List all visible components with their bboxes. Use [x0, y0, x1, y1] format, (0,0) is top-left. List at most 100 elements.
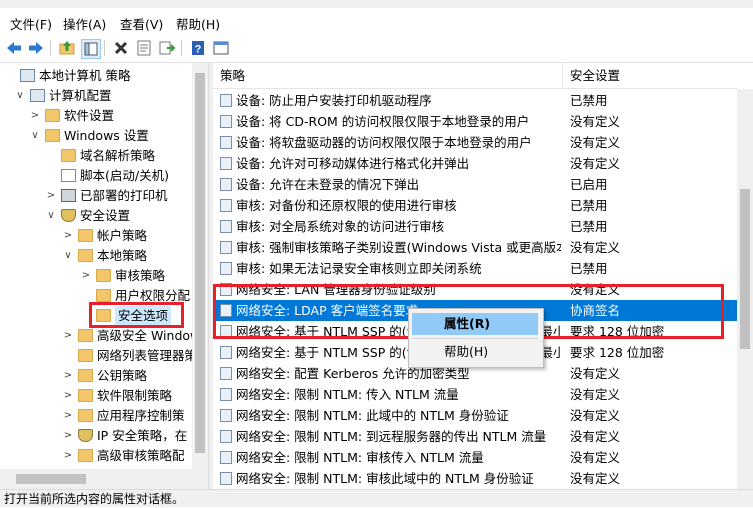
policy-row[interactable]: 设备: 将软盘驱动器的访问权限仅限于本地登录的用户 没有定义 [213, 132, 737, 153]
properties-icon[interactable] [135, 39, 153, 57]
policy-icon [220, 451, 232, 464]
policy-icon [220, 262, 232, 275]
tree-vertical-scrollbar[interactable] [192, 63, 208, 469]
policy-row[interactable]: 设备: 将 CD-ROM 的访问权限仅限于本地登录的用户 没有定义 [213, 111, 737, 132]
toolbar: ? [0, 34, 753, 63]
printer-icon [61, 189, 76, 202]
tree-node-label: 本地策略 [97, 248, 148, 263]
console-icon[interactable] [212, 39, 230, 57]
policy-icon [220, 115, 232, 128]
collapse-arrow-icon[interactable]: ∨ [46, 206, 56, 226]
tree-node-label: 应用程序控制策 [97, 408, 185, 423]
tree-node-label: 计算机配置 [49, 88, 112, 103]
policy-icon [220, 409, 232, 422]
policy-setting: 没有定义 [570, 240, 621, 255]
policy-row[interactable]: 审核: 对全局系统对象的访问进行审核 已禁用 [213, 216, 737, 237]
policy-name: 设备: 允许在未登录的情况下弹出 [236, 177, 420, 192]
menu-help[interactable]: 帮助(H) [176, 14, 220, 33]
column-header-policy[interactable]: 策略 [213, 63, 563, 89]
tree-hscroll-thumb[interactable] [16, 474, 86, 484]
policy-row[interactable]: 网络安全: 限制 NTLM: 此域中的 NTLM 身份验证 没有定义 [213, 405, 737, 426]
toolbar-separator [50, 40, 51, 56]
up-folder-icon[interactable] [58, 39, 76, 57]
title-bar [0, 0, 753, 8]
tree-pane[interactable]: 本地计算机 策略 ∨ 计算机配置 > 软件设置 ∨ Windows 设置 域名解析策略 脚本(启… [0, 63, 209, 489]
security-icon [78, 429, 93, 442]
policy-row[interactable]: 网络安全: 限制 NTLM: 审核传入 NTLM 流量 没有定义 [213, 447, 737, 468]
svg-text:?: ? [195, 44, 202, 56]
security-icon [61, 209, 76, 222]
expand-arrow-icon[interactable]: > [63, 446, 73, 466]
back-icon[interactable] [5, 39, 23, 57]
policy-name: 设备: 允许对可移动媒体进行格式化并弹出 [236, 156, 470, 171]
menu-file[interactable]: 文件(F) [10, 14, 52, 33]
tree-horizontal-scrollbar[interactable] [0, 469, 208, 489]
help-icon[interactable]: ? [189, 39, 207, 57]
column-header-setting[interactable]: 安全设置 [563, 63, 737, 89]
folder-icon [45, 109, 60, 122]
expand-arrow-icon[interactable]: > [63, 366, 73, 386]
expand-arrow-icon[interactable]: > [46, 186, 56, 206]
policy-row[interactable]: 审核: 如果无法记录安全审核则立即关闭系统 已禁用 [213, 258, 737, 279]
policy-row[interactable]: 网络安全: 限制 NTLM: 到远程服务器的传出 NTLM 流量 没有定义 [213, 426, 737, 447]
collapse-arrow-icon[interactable]: ∨ [30, 126, 40, 146]
policy-row[interactable]: 设备: 防止用户安装打印机驱动程序 已禁用 [213, 90, 737, 111]
policy-setting: 没有定义 [570, 429, 621, 444]
list-vertical-scrollbar[interactable] [737, 89, 753, 489]
policy-name: 网络安全: 限制 NTLM: 传入 NTLM 流量 [236, 387, 459, 402]
tree-node-label: 软件设置 [64, 108, 115, 123]
menu-item-properties[interactable]: 属性(R) [412, 313, 538, 335]
policy-name: 设备: 将 CD-ROM 的访问权限仅限于本地登录的用户 [236, 114, 530, 129]
menu-bar: 文件(F) 操作(A) 查看(V) 帮助(H) [0, 8, 753, 34]
folder-icon [96, 269, 111, 282]
forward-icon[interactable] [27, 39, 45, 57]
policy-row[interactable]: 网络安全: 限制 NTLM: 审核此域中的 NTLM 身份验证 没有定义 [213, 468, 737, 489]
delete-icon[interactable] [112, 39, 130, 57]
expand-arrow-icon[interactable]: > [63, 426, 73, 446]
tree-node-label: 安全设置 [80, 208, 131, 223]
menu-action[interactable]: 操作(A) [63, 14, 106, 33]
policy-row[interactable]: 设备: 允许在未登录的情况下弹出 已启用 [213, 174, 737, 195]
tree-node-label: Windows 设置 [64, 128, 149, 143]
tree-scroll-thumb[interactable] [195, 73, 205, 453]
policy-name: 网络安全: 限制 NTLM: 此域中的 NTLM 身份验证 [236, 408, 509, 423]
policy-row[interactable]: 审核: 强制审核策略子类别设置(Windows Vista 或更高版本... 没有… [213, 237, 737, 258]
expand-arrow-icon[interactable]: > [30, 106, 40, 126]
folder-icon [78, 369, 93, 382]
tree-node-label: 高级安全 Windows [97, 328, 207, 343]
menu-view[interactable]: 查看(V) [120, 14, 163, 33]
toolbar-separator [104, 40, 105, 56]
policy-row[interactable]: 审核: 对备份和还原权限的使用进行审核 已禁用 [213, 195, 737, 216]
expand-arrow-icon[interactable]: > [63, 326, 73, 346]
export-icon[interactable] [158, 39, 176, 57]
policy-name: 网络安全: 限制 NTLM: 审核此域中的 NTLM 身份验证 [236, 471, 534, 486]
tree-node-label: 软件限制策略 [97, 388, 173, 403]
collapse-arrow-icon[interactable]: ∨ [63, 246, 73, 266]
policy-name: 审核: 对备份和还原权限的使用进行审核 [236, 198, 457, 213]
policy-icon [220, 388, 232, 401]
policy-setting: 要求 128 位加密 [570, 345, 665, 360]
list-scroll-thumb[interactable] [740, 189, 750, 349]
policy-setting: 已禁用 [570, 261, 608, 276]
policy-setting: 已禁用 [570, 93, 608, 108]
highlight-box-tree [89, 302, 184, 328]
policy-setting: 已禁用 [570, 219, 608, 234]
policy-icon [220, 136, 232, 149]
policy-list-pane[interactable]: 策略 安全设置 设备: 防止用户安装打印机驱动程序 已禁用 设备: 将 CD-ROM… [213, 63, 753, 489]
context-menu: 属性(R) 帮助(H) [408, 308, 544, 368]
show-tree-icon[interactable] [81, 39, 101, 59]
policy-setting: 已禁用 [570, 198, 608, 213]
policy-setting: 没有定义 [570, 408, 621, 423]
tree-node-label: 域名解析策略 [80, 148, 156, 163]
tree-node-label: 审核策略 [115, 268, 166, 283]
expand-arrow-icon[interactable]: > [63, 226, 73, 246]
expand-arrow-icon[interactable]: > [63, 406, 73, 426]
policy-setting: 没有定义 [570, 156, 621, 171]
expand-arrow-icon[interactable]: > [63, 386, 73, 406]
expand-arrow-icon[interactable]: > [81, 266, 91, 286]
policy-row[interactable]: 设备: 允许对可移动媒体进行格式化并弹出 没有定义 [213, 153, 737, 174]
collapse-arrow-icon[interactable]: ∨ [15, 86, 25, 106]
menu-item-help[interactable]: 帮助(H) [412, 341, 538, 363]
policy-row[interactable]: 网络安全: 限制 NTLM: 传入 NTLM 流量 没有定义 [213, 384, 737, 405]
status-bar: 打开当前所选内容的属性对话框。 [0, 489, 753, 507]
